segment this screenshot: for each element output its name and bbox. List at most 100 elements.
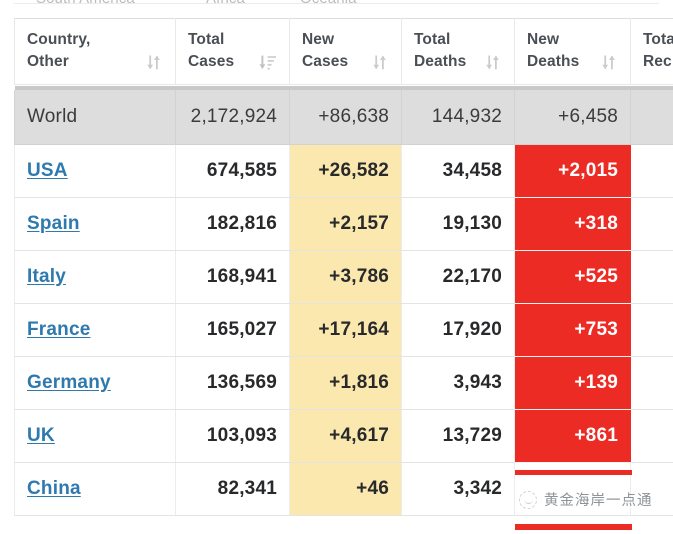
cell-new-deaths: +753 bbox=[515, 303, 631, 356]
country-link-germany[interactable]: Germany bbox=[27, 372, 111, 393]
cell-total-deaths: 13,729 bbox=[402, 409, 515, 462]
column-header-total-recovered-line2: Rec bbox=[643, 51, 672, 73]
column-header-country-line1: Country, bbox=[27, 29, 90, 51]
cell-new-deaths: +6,458 bbox=[515, 90, 631, 144]
table-row-world[interactable]: World 2,172,924 +86,638 144,932 +6,458 bbox=[15, 90, 673, 144]
country-link-spain[interactable]: Spain bbox=[27, 213, 80, 234]
new-deaths-column-bottom-edge bbox=[515, 524, 632, 530]
cell-new-cases: +3,786 bbox=[290, 250, 402, 303]
new-deaths-value: +861 bbox=[574, 425, 618, 446]
country-link-france[interactable]: France bbox=[27, 319, 91, 340]
column-header-total-cases[interactable]: Total Cases bbox=[176, 19, 290, 85]
column-header-total-recovered[interactable]: Total Rec bbox=[631, 19, 673, 85]
country-link-china[interactable]: China bbox=[27, 478, 81, 499]
cell-total-cases: 136,569 bbox=[176, 356, 290, 409]
column-header-total-deaths[interactable]: Total Deaths bbox=[402, 19, 515, 85]
cell-new-cases: +86,638 bbox=[290, 90, 402, 144]
column-header-new-deaths[interactable]: New Deaths bbox=[515, 19, 631, 85]
cell-new-deaths: +861 bbox=[515, 409, 631, 462]
cell-country: France bbox=[15, 303, 176, 356]
country-link-usa[interactable]: USA bbox=[27, 160, 68, 181]
cell-total-cases: 82,341 bbox=[176, 462, 290, 515]
header-row: Country, Other bbox=[15, 19, 673, 85]
column-header-total-deaths-line2: Deaths bbox=[414, 51, 466, 73]
cell-new-deaths: +525 bbox=[515, 250, 631, 303]
new-deaths-value: +139 bbox=[574, 372, 618, 393]
table-header: Country, Other bbox=[15, 19, 673, 91]
cell-total-cases: 165,027 bbox=[176, 303, 290, 356]
country-link-italy[interactable]: Italy bbox=[27, 266, 66, 287]
column-header-country[interactable]: Country, Other bbox=[15, 19, 176, 85]
sort-both-icon[interactable] bbox=[137, 53, 163, 72]
new-deaths-value: +6,458 bbox=[558, 106, 618, 127]
cell-new-deaths: +318 bbox=[515, 197, 631, 250]
table-row[interactable]: Italy 168,941 +3,786 22,170 +525 bbox=[15, 250, 673, 303]
cell-total-recovered bbox=[631, 90, 673, 144]
table-row[interactable]: Germany 136,569 +1,816 3,943 +139 bbox=[15, 356, 673, 409]
cell-new-cases: +26,582 bbox=[290, 144, 402, 197]
cell-total-deaths: 3,943 bbox=[402, 356, 515, 409]
cell-total-recovered bbox=[631, 409, 673, 462]
country-link-uk[interactable]: UK bbox=[27, 425, 55, 446]
continent-tab-strip: South America Africa Oceania bbox=[0, 0, 673, 12]
cell-country: Germany bbox=[15, 356, 176, 409]
column-header-new-cases[interactable]: New Cases bbox=[290, 19, 402, 85]
sort-both-icon[interactable] bbox=[592, 53, 618, 72]
column-header-total-deaths-line1: Total bbox=[414, 29, 450, 51]
table-body: World 2,172,924 +86,638 144,932 +6,458 U… bbox=[15, 90, 673, 515]
column-header-new-deaths-line1: New bbox=[527, 29, 559, 51]
cell-total-deaths: 34,458 bbox=[402, 144, 515, 197]
cell-total-deaths: 144,932 bbox=[402, 90, 515, 144]
covid-statistics-table: Country, Other bbox=[14, 18, 673, 516]
column-header-new-cases-line2: Cases bbox=[302, 51, 348, 73]
cell-total-deaths: 17,920 bbox=[402, 303, 515, 356]
new-deaths-value: +525 bbox=[574, 266, 618, 287]
table-row[interactable]: France 165,027 +17,164 17,920 +753 bbox=[15, 303, 673, 356]
cell-total-cases: 2,172,924 bbox=[176, 90, 290, 144]
cell-total-recovered bbox=[631, 250, 673, 303]
sort-both-icon[interactable] bbox=[363, 53, 389, 72]
new-deaths-value: +318 bbox=[574, 213, 618, 234]
cell-new-cases: +17,164 bbox=[290, 303, 402, 356]
cell-country: China bbox=[15, 462, 176, 515]
column-header-country-line2: Other bbox=[27, 51, 69, 73]
table-row[interactable]: USA 674,585 +26,582 34,458 +2,015 bbox=[15, 144, 673, 197]
cell-new-deaths: +139 bbox=[515, 356, 631, 409]
cell-country: USA bbox=[15, 144, 176, 197]
cell-total-cases: 103,093 bbox=[176, 409, 290, 462]
cell-total-recovered bbox=[631, 197, 673, 250]
sort-both-icon[interactable] bbox=[476, 53, 502, 72]
sort-desc-amount-icon[interactable] bbox=[250, 53, 277, 72]
table-row[interactable]: UK 103,093 +4,617 13,729 +861 bbox=[15, 409, 673, 462]
cell-total-cases: 182,816 bbox=[176, 197, 290, 250]
cell-country: Italy bbox=[15, 250, 176, 303]
cell-total-deaths: 19,130 bbox=[402, 197, 515, 250]
cell-total-recovered bbox=[631, 462, 673, 515]
column-header-new-deaths-line2: Deaths bbox=[527, 51, 579, 73]
cell-new-cases: +2,157 bbox=[290, 197, 402, 250]
cell-total-recovered bbox=[631, 303, 673, 356]
cell-new-deaths: +2,015 bbox=[515, 144, 631, 197]
cell-total-deaths: 22,170 bbox=[402, 250, 515, 303]
column-header-total-recovered-line1: Total bbox=[643, 29, 673, 51]
column-header-new-cases-line1: New bbox=[302, 29, 334, 51]
new-deaths-column-top-edge bbox=[515, 470, 632, 475]
country-label-world: World bbox=[27, 106, 77, 127]
cell-new-cases: +4,617 bbox=[290, 409, 402, 462]
screenshot-viewport: South America Africa Oceania Country, bbox=[0, 0, 673, 534]
cell-country: Spain bbox=[15, 197, 176, 250]
cell-country: World bbox=[15, 90, 176, 144]
column-header-total-cases-line1: Total bbox=[188, 29, 224, 51]
cell-new-cases: +46 bbox=[290, 462, 402, 515]
cell-total-cases: 168,941 bbox=[176, 250, 290, 303]
new-deaths-value: +753 bbox=[574, 319, 618, 340]
covid-table-container: Country, Other bbox=[0, 18, 673, 534]
cell-total-recovered bbox=[631, 144, 673, 197]
cell-total-recovered bbox=[631, 356, 673, 409]
new-deaths-value: +2,015 bbox=[558, 160, 618, 181]
column-header-total-cases-line2: Cases bbox=[188, 51, 234, 73]
cell-total-cases: 674,585 bbox=[176, 144, 290, 197]
cell-country: UK bbox=[15, 409, 176, 462]
tab-strip-divider bbox=[14, 3, 659, 4]
table-row[interactable]: Spain 182,816 +2,157 19,130 +318 bbox=[15, 197, 673, 250]
